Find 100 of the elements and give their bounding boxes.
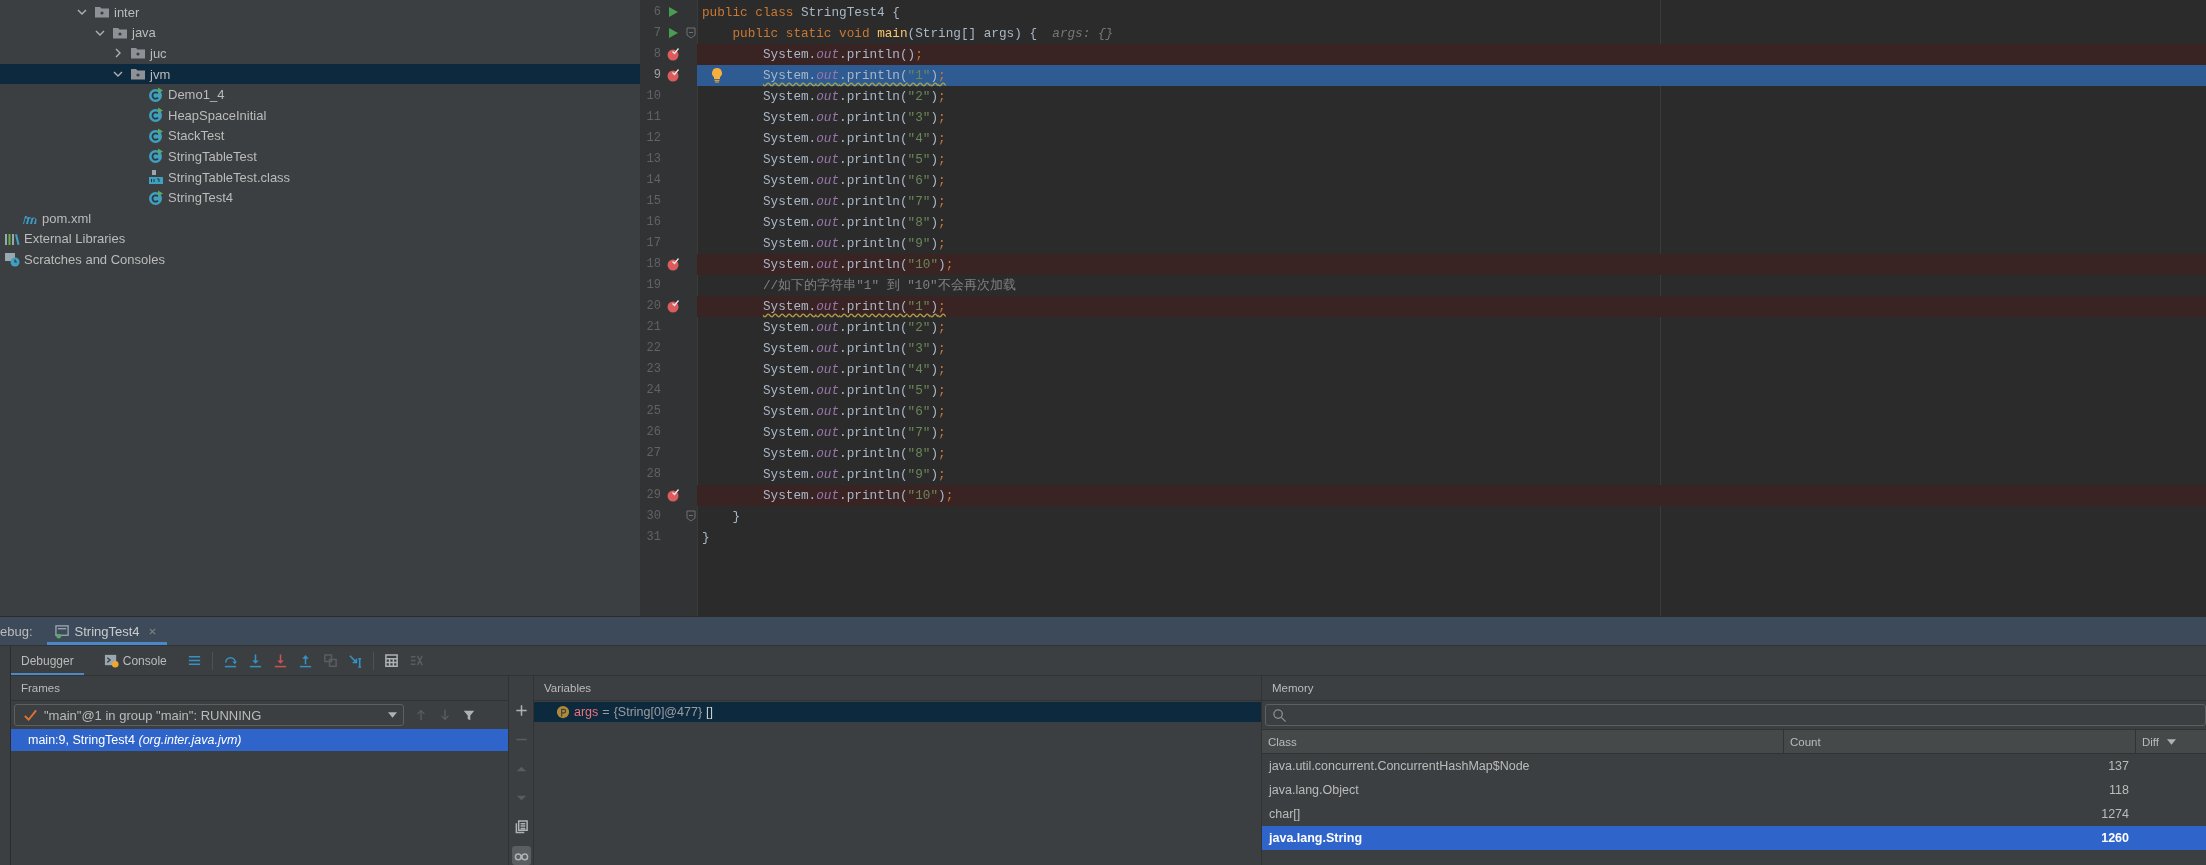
tree-item-label: StackTest [168,128,225,144]
step-into-icon[interactable] [247,653,263,668]
console-icon [103,653,119,668]
glasses-icon[interactable] [511,846,531,865]
code-line: System.out.println("9"); [762,466,946,482]
table-row[interactable]: char[] 1274 [1262,802,2206,826]
tree-item[interactable]: StringTableTest [0,146,640,167]
code-line: public static void main(String[] args) { args: {} [732,25,1114,41]
view-tab-label: Console [122,653,167,668]
tree-item-label: StringTest4 [168,190,234,206]
tree-item-label: External Libraries [24,231,126,247]
breakpoint-icon[interactable] [666,488,680,502]
search-icon [1272,707,1287,723]
class-icon [148,189,164,206]
table-row[interactable]: java.lang.Object 118 [1262,778,2206,802]
variable-row[interactable]: args = {String[0]@477} [] [534,702,1261,722]
code-line: System.out.println("3"); [762,340,946,356]
run-icon[interactable] [666,26,680,40]
run-to-cursor-icon[interactable] [347,653,363,668]
tree-item[interactable]: StringTest4 [0,187,640,208]
code-line: System.out.println("1"); [762,298,946,314]
variable-name: args [574,705,599,719]
panel-header: Frames [21,682,60,694]
table-cell-text: java.lang.String [1267,831,1364,845]
tree-item-label: Demo1_4 [168,87,225,103]
tree-item-label: java [132,25,156,41]
tree-item-label: inter [114,4,140,20]
tree-item[interactable]: java [0,22,640,44]
table-row[interactable]: java.lang.String 1260 [1262,826,2206,850]
class-icon [148,107,164,124]
breakpoint-icon[interactable] [666,47,680,61]
folder-icon [94,4,110,21]
lines-icon[interactable] [186,653,202,668]
tree-item[interactable]: Demo1_4 [0,84,640,105]
search-field[interactable] [1265,704,2206,726]
tree-item-label: juc [150,46,167,61]
code-line: System.out.println("1"); [762,67,946,83]
check-icon [23,707,38,723]
variable-value: {String[0]@477} [613,705,703,719]
code-line: //如下的字符串"1" 到 "10"不会再次加载 [762,276,1016,294]
variable-preview: [] [706,705,714,719]
column-header[interactable]: Diff [2136,730,2206,753]
run-config-tab[interactable]: StringTest4 [46,617,167,645]
window-icon [54,623,70,639]
tree-item[interactable]: External Libraries [0,228,640,250]
fold-icon[interactable] [686,510,696,522]
parameter-icon [556,705,570,719]
class-icon [148,86,164,103]
tree-item[interactable]: pom.xml [0,207,640,229]
table-cell-text: java.util.concurrent.ConcurrentHashMap$Node [1267,759,1531,773]
tree-item[interactable]: HeapSpaceInitial [0,104,640,126]
force-step-into-icon[interactable] [272,653,288,668]
code-line: public class StringTest4 { [702,4,900,20]
view-tab[interactable]: Console [93,646,177,675]
tree-item-label: jvm [150,66,171,82]
panel-title: ebug: [0,622,34,641]
code-line: System.out.println("2"); [762,88,946,104]
tree-item[interactable]: StackTest [0,125,640,147]
filter-icon[interactable] [462,708,476,722]
calculator-icon[interactable] [383,653,399,668]
table-cell-text: char[] [1268,807,1302,821]
frame-item[interactable]: main:9, StringTest4 (org.inter.java.jvm) [11,729,508,751]
tree-item-label: HeapSpaceInitial [168,107,267,123]
class-icon [148,148,164,165]
table-row[interactable]: java.util.concurrent.ConcurrentHashMap$Node 137 [1262,754,2206,778]
fold-icon[interactable] [686,27,696,39]
tree-item[interactable]: inter [0,2,640,23]
panel-header: Memory [1272,682,1314,694]
breakpoint-icon[interactable] [666,68,680,82]
code-line: System.out.println("7"); [762,193,946,209]
breakpoint-icon[interactable] [666,257,680,271]
code-line: System.out.println("10"); [762,487,954,503]
table-cell-text: 137 [2107,759,2129,773]
column-header[interactable]: Count [1784,730,2136,753]
tree-item-label: StringTableTest [168,148,257,164]
tree-item[interactable]: StringTableTest.class [0,166,640,188]
thread-dropdown[interactable]: "main"@1 in group "main": RUNNING [14,704,404,726]
folder-icon [130,45,146,62]
step-out-icon[interactable] [297,653,313,668]
run-icon[interactable] [666,5,680,19]
breakpoint-icon[interactable] [666,299,680,313]
column-header[interactable]: Class [1262,730,1784,753]
tree-item[interactable]: juc [0,43,640,64]
line-number: 9 [652,68,661,82]
tree-item[interactable]: Scratches and Consoles [0,249,640,270]
code-line: System.out.println("5"); [762,382,946,398]
lightbulb-icon[interactable] [711,66,723,83]
tree-item[interactable]: jvm [0,63,640,85]
code-line: } [702,529,710,545]
scratch-icon [4,251,20,268]
code-line: System.out.println("3"); [762,109,946,125]
caret-icon [388,712,397,718]
close-icon[interactable] [147,626,157,636]
table-cell-text: 1260 [2100,831,2129,845]
table-cell-text: 118 [2108,783,2129,797]
view-tab-label: Debugger [21,653,74,668]
tree-item-label: pom.xml [42,210,92,226]
class-icon [148,127,164,144]
view-tab[interactable]: Debugger [11,646,84,675]
code-line: System.out.println("8"); [762,214,946,230]
